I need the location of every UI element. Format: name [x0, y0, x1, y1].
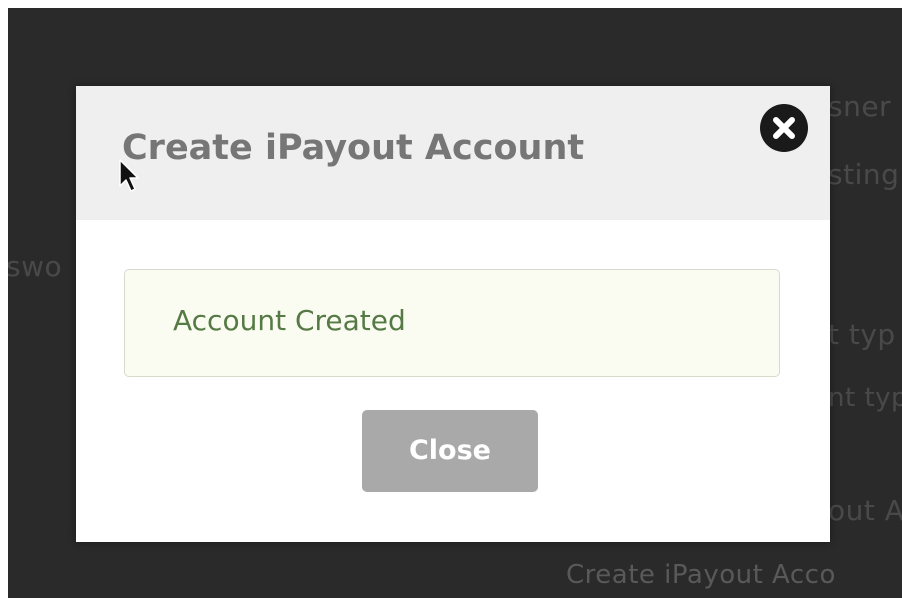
alert-message: Account Created — [173, 304, 406, 337]
background-text: sting — [828, 158, 900, 191]
background-link: Create iPayout Acco — [566, 560, 836, 590]
close-button[interactable]: Close — [362, 410, 538, 492]
x-mark-icon — [773, 117, 795, 139]
close-circle-icon[interactable] — [760, 104, 808, 152]
background-text: out A — [828, 494, 902, 527]
success-alert: Account Created — [124, 269, 780, 377]
background-text: sner — [828, 90, 892, 123]
background-text: swo — [8, 250, 63, 283]
create-account-modal: Create iPayout Account Account Created C… — [76, 86, 830, 542]
background-text: t typ — [828, 318, 896, 351]
background-text: nt typ — [828, 383, 902, 413]
modal-title: Create iPayout Account — [122, 128, 585, 168]
modal-header: Create iPayout Account — [76, 86, 830, 220]
mouse-cursor-icon — [119, 159, 139, 192]
